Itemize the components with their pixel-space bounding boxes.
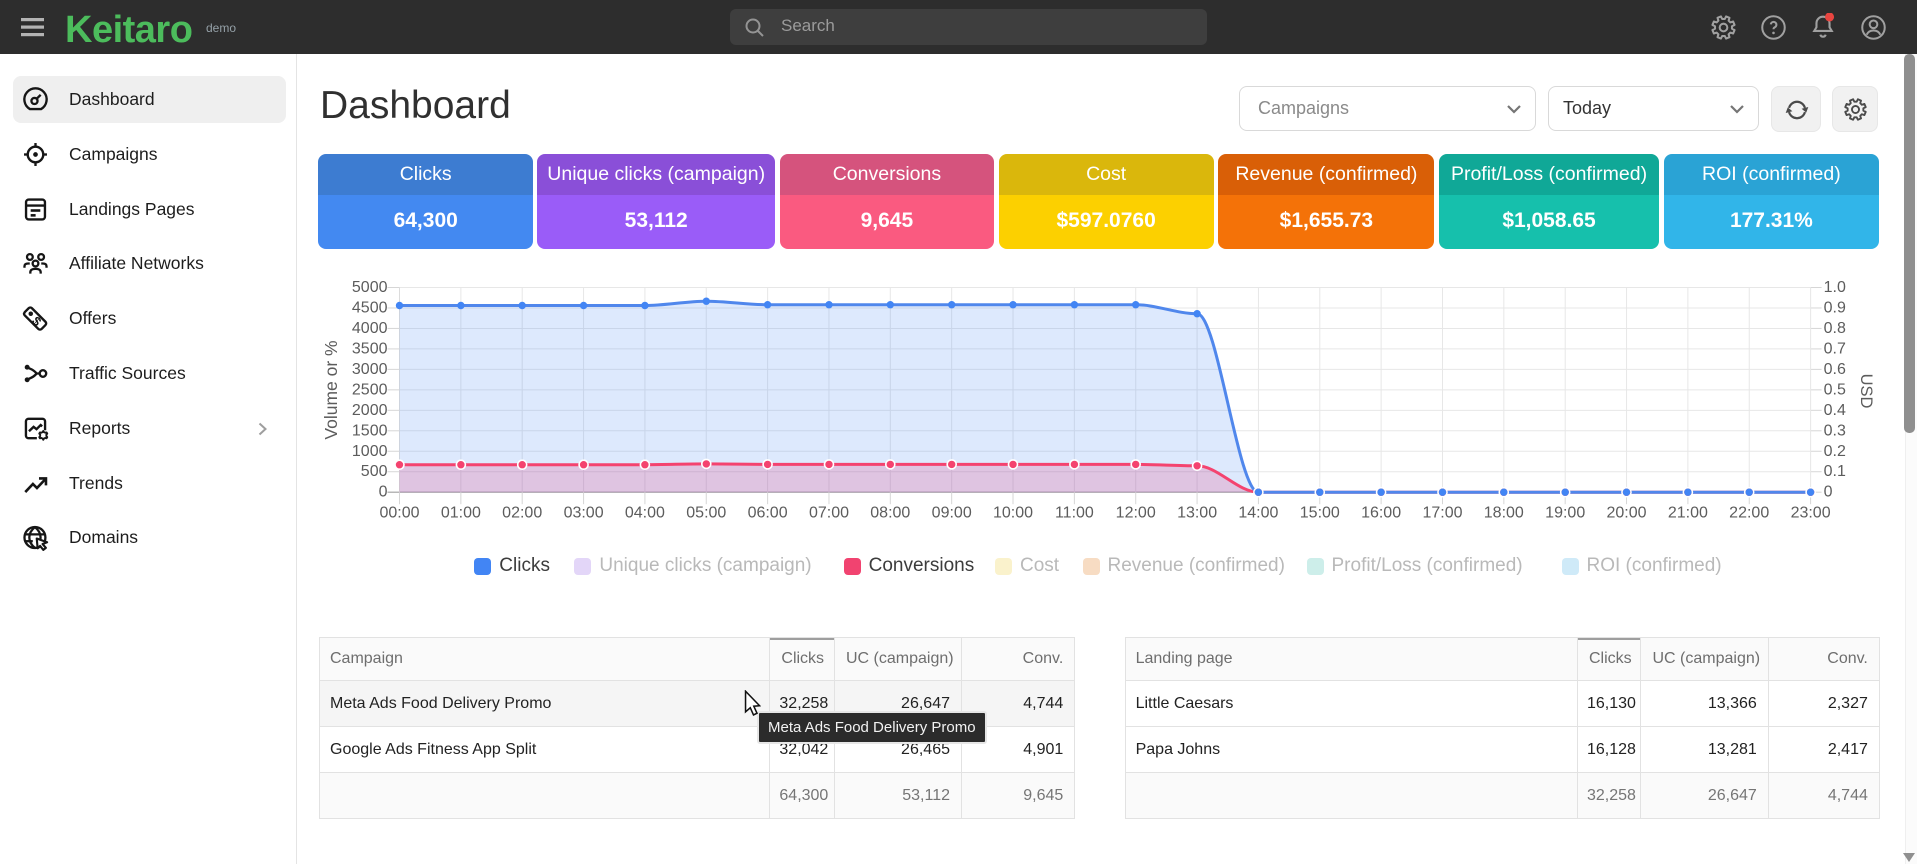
svg-text:0.7: 0.7 [1824, 340, 1846, 357]
svg-text:00:00: 00:00 [379, 504, 419, 521]
svg-text:04:00: 04:00 [625, 504, 665, 521]
svg-text:12:00: 12:00 [1116, 504, 1156, 521]
svg-text:0.3: 0.3 [1824, 422, 1846, 439]
svg-text:11:00: 11:00 [1055, 504, 1094, 521]
svg-text:15:00: 15:00 [1300, 504, 1340, 521]
svg-text:22:00: 22:00 [1729, 504, 1769, 521]
svg-text:0: 0 [1824, 484, 1833, 501]
svg-text:0.9: 0.9 [1824, 300, 1846, 317]
svg-text:1500: 1500 [352, 422, 388, 439]
svg-text:USD: USD [1857, 374, 1875, 409]
svg-text:0.8: 0.8 [1824, 320, 1846, 337]
svg-text:18:00: 18:00 [1484, 504, 1524, 521]
svg-text:500: 500 [361, 463, 388, 480]
svg-text:4500: 4500 [352, 300, 388, 317]
svg-text:20:00: 20:00 [1606, 504, 1646, 521]
svg-text:3500: 3500 [352, 340, 388, 357]
svg-text:14:00: 14:00 [1238, 504, 1278, 521]
svg-text:2500: 2500 [352, 381, 388, 398]
svg-text:0: 0 [379, 484, 388, 501]
svg-text:3000: 3000 [352, 361, 388, 378]
svg-text:2000: 2000 [352, 402, 388, 419]
svg-text:0.1: 0.1 [1824, 463, 1846, 480]
svg-text:05:00: 05:00 [686, 504, 726, 521]
svg-text:0.2: 0.2 [1824, 443, 1846, 460]
svg-text:16:00: 16:00 [1361, 504, 1401, 521]
svg-text:4000: 4000 [352, 320, 388, 337]
svg-text:08:00: 08:00 [870, 504, 910, 521]
svg-text:10:00: 10:00 [993, 504, 1033, 521]
svg-text:09:00: 09:00 [932, 504, 972, 521]
svg-text:23:00: 23:00 [1791, 504, 1831, 521]
svg-text:1000: 1000 [352, 443, 388, 460]
svg-text:07:00: 07:00 [809, 504, 849, 521]
svg-text:13:00: 13:00 [1177, 504, 1217, 521]
svg-text:5000: 5000 [352, 279, 388, 296]
svg-text:01:00: 01:00 [441, 504, 481, 521]
svg-text:0.4: 0.4 [1824, 402, 1846, 419]
svg-text:1.0: 1.0 [1824, 279, 1846, 296]
svg-text:02:00: 02:00 [502, 504, 542, 521]
svg-text:17:00: 17:00 [1422, 504, 1462, 521]
svg-text:0.5: 0.5 [1824, 381, 1846, 398]
svg-text:19:00: 19:00 [1545, 504, 1585, 521]
svg-text:03:00: 03:00 [564, 504, 604, 521]
svg-text:06:00: 06:00 [748, 504, 788, 521]
svg-text:21:00: 21:00 [1668, 504, 1708, 521]
svg-text:Volume or %: Volume or % [321, 340, 341, 439]
svg-text:0.6: 0.6 [1824, 361, 1846, 378]
